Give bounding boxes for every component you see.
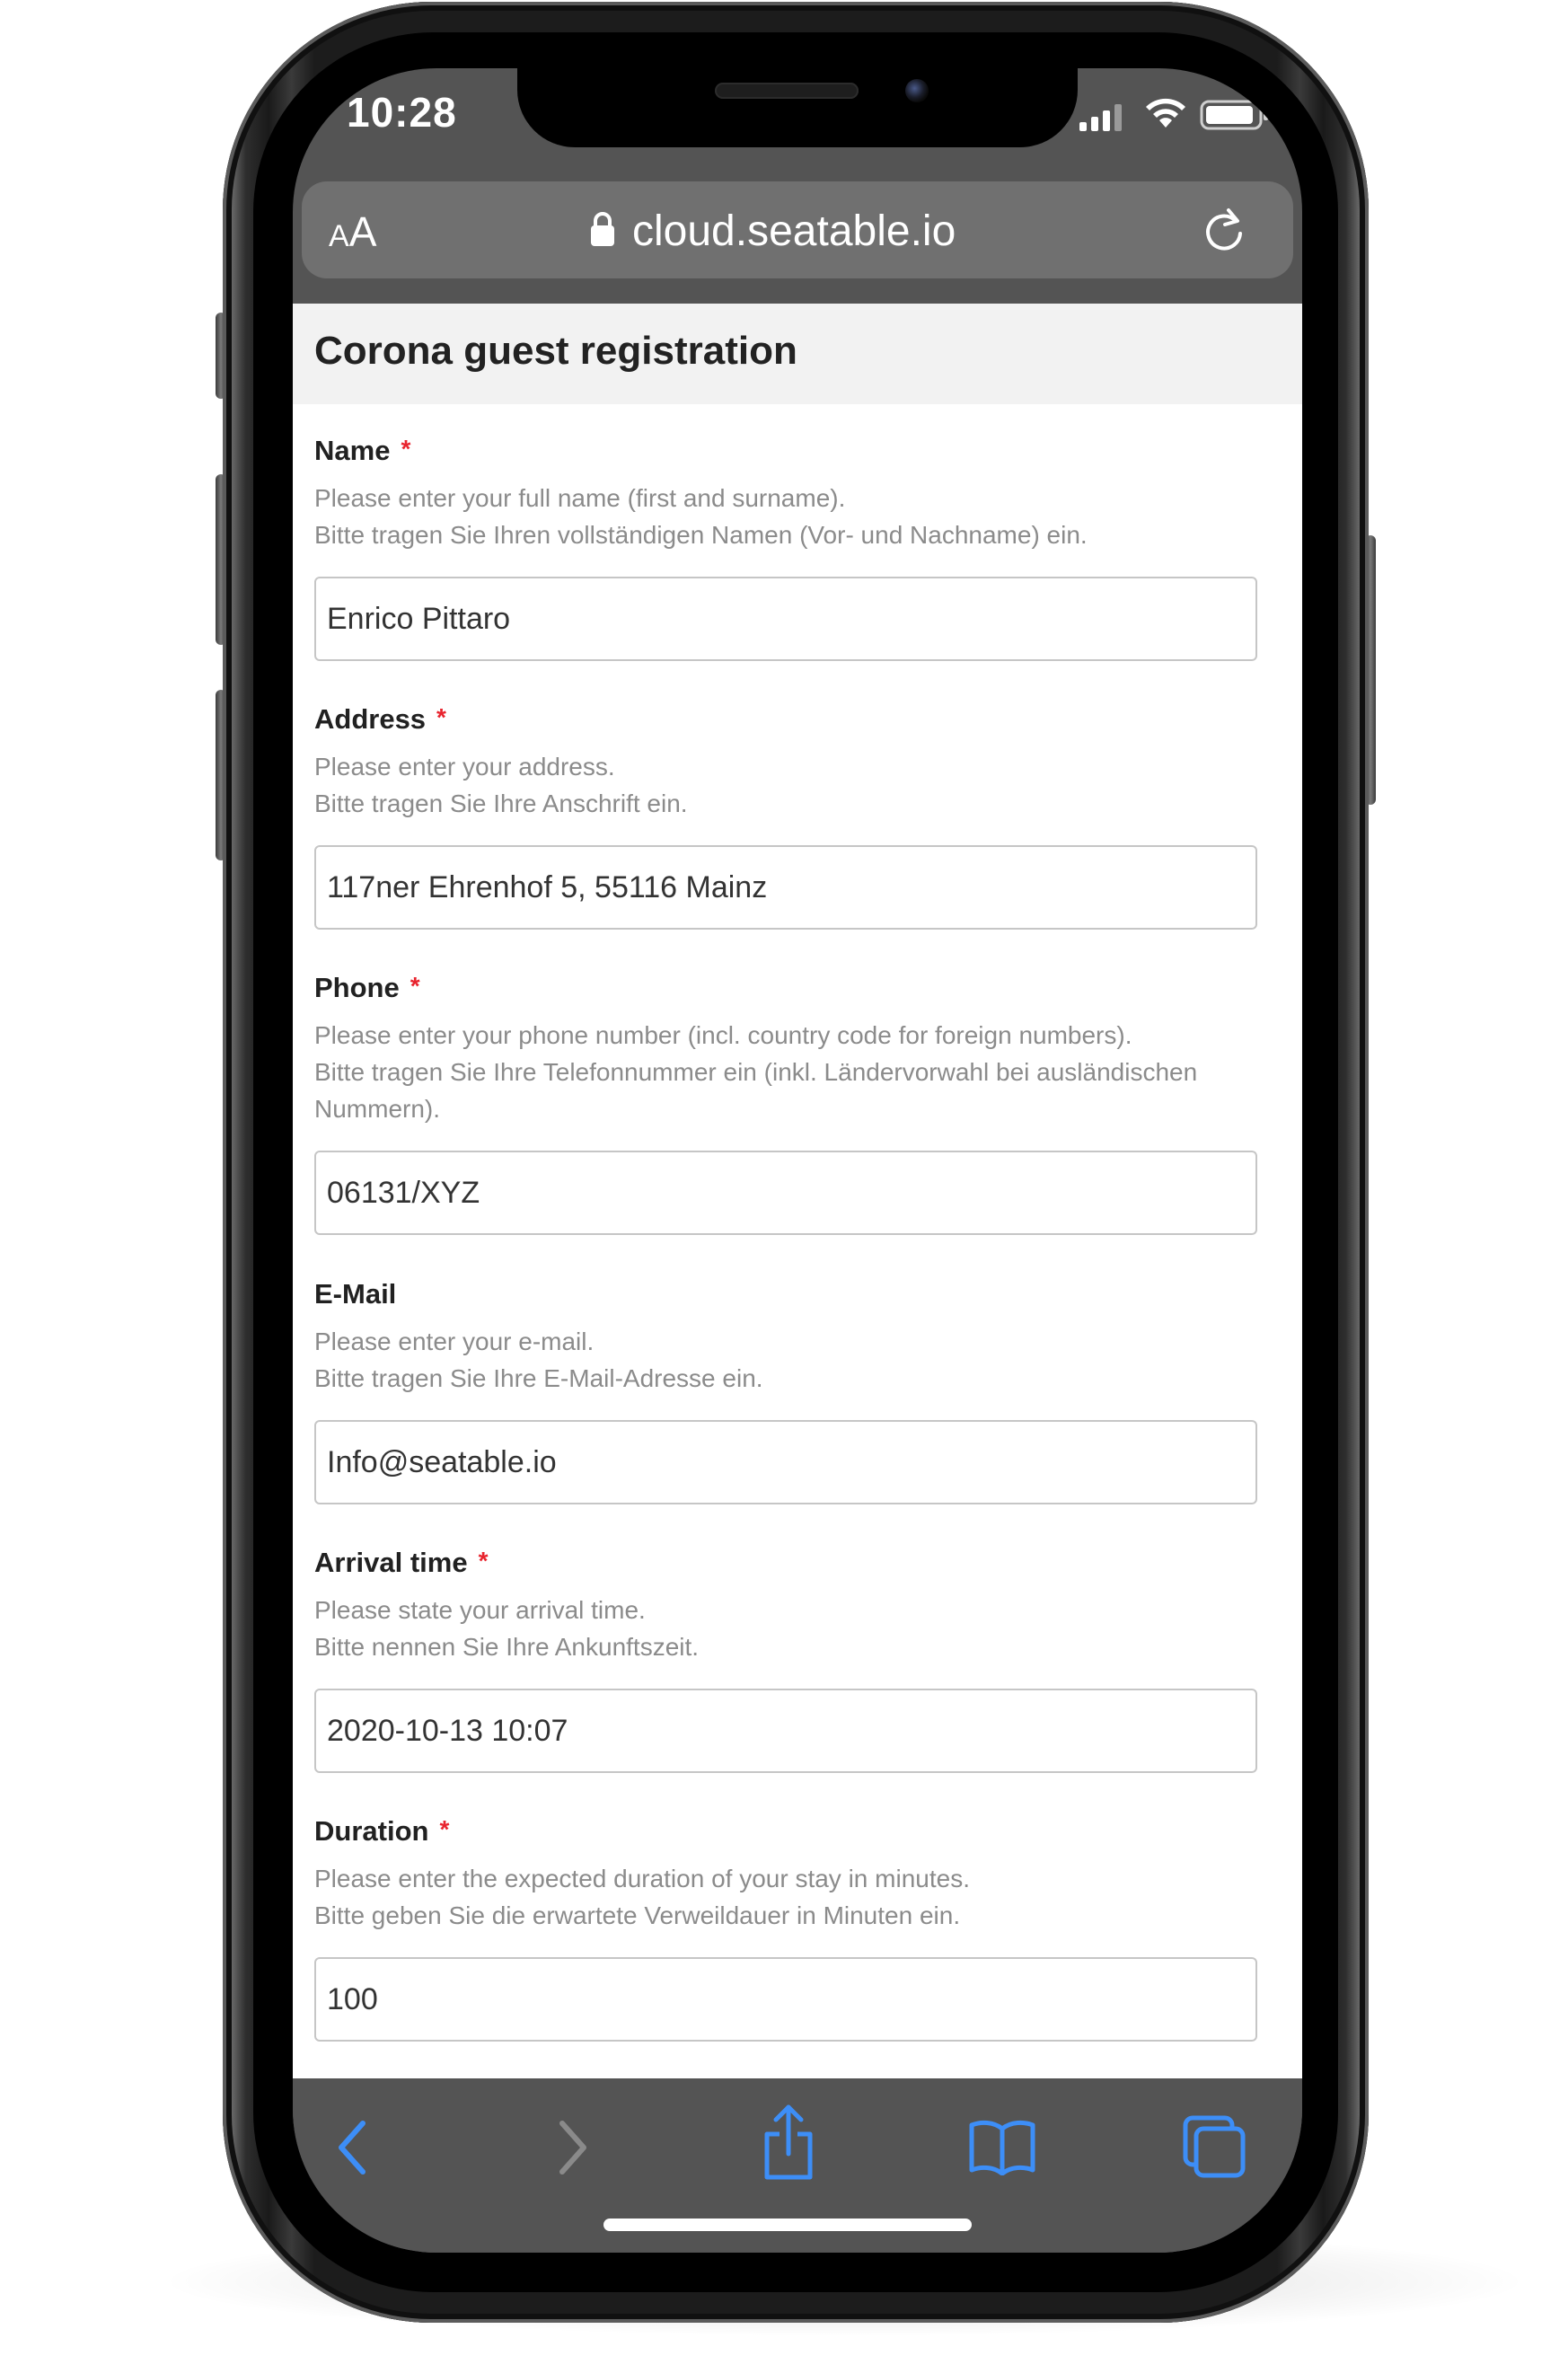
field-label-text: Arrival time [314,1547,468,1578]
field-label: Name * [314,433,1261,469]
field-label-text: Name [314,435,391,466]
required-marker: * [439,1815,450,1843]
url-text[interactable]: cloud.seatable.io [632,205,956,259]
lock-icon [591,212,614,246]
forward-icon[interactable] [553,2116,593,2179]
field-help-en: Please state your arrival time. [314,1596,646,1624]
address-input[interactable]: 117ner Ehrenhof 5, 55116 Mainz [314,845,1257,930]
field-address: Address * Please enter your address. Bitt… [314,701,1261,930]
status-time: 10:28 [347,89,457,136]
field-label-text: Address [314,703,427,735]
field-label: Arrival time * [314,1545,1261,1581]
duration-input[interactable]: 100 [314,1957,1257,2042]
phone-input[interactable]: 06131/XYZ [314,1151,1257,1235]
field-help: Please enter the expected duration of yo… [314,1860,1261,1934]
field-label-text: Duration [314,1815,429,1847]
field-help-de: Bitte nennen Sie Ihre Ankunftszeit. [314,1633,700,1661]
field-label: Phone * [314,970,1261,1006]
field-help-en: Please enter your full name (first and s… [314,484,846,512]
front-camera [905,79,929,102]
wifi-icon [1146,98,1185,128]
text-size-small-a: A [329,219,349,253]
bookmarks-icon[interactable] [968,2118,1036,2175]
field-label: Address * [314,701,1261,737]
reload-icon[interactable] [1202,207,1246,255]
field-help-de: Bitte tragen Sie Ihren vollständigen Nam… [314,521,1088,549]
field-label: Duration * [314,1813,1261,1849]
form-title: Corona guest registration [314,329,797,373]
field-label: E-Mail [314,1276,1261,1312]
field-help-de: Bitte tragen Sie Ihre Anschrift ein. [314,790,688,817]
name-input[interactable]: Enrico Pittaro [314,577,1257,661]
field-arrival-time: Arrival time * Please state your arrival … [314,1545,1261,1773]
text-size-button[interactable]: AA [329,205,376,259]
field-help: Please enter your address. Bitte tragen … [314,748,1261,822]
back-icon[interactable] [332,2116,372,2179]
field-help: Please state your arrival time. Bitte ne… [314,1592,1261,1665]
required-marker: * [410,972,420,1000]
arrival-time-input[interactable]: 2020-10-13 10:07 [314,1689,1257,1773]
field-help-en: Please enter your address. [314,753,615,781]
field-name: Name * Please enter your full name (first… [314,433,1261,661]
field-email: E-Mail Please enter your e-mail. Bitte t… [314,1276,1261,1504]
home-indicator[interactable] [603,2219,972,2231]
form-header: Corona guest registration [293,304,1302,404]
field-help-en: Please enter the expected duration of yo… [314,1865,970,1892]
web-content[interactable]: Corona guest registration Name * Please e… [293,304,1302,2078]
speaker-grille [715,83,859,99]
field-help: Please enter your full name (first and s… [314,480,1261,553]
address-bar[interactable]: AA cloud.seatable.io [302,181,1293,278]
field-help: Please enter your e-mail. Bitte tragen S… [314,1323,1261,1397]
field-help-en: Please enter your e-mail. [314,1328,595,1355]
field-help-de: Bitte tragen Sie Ihre E-Mail-Adresse ein… [314,1364,763,1392]
required-marker: * [478,1547,489,1575]
field-help-de: Bitte tragen Sie Ihre Telefonnummer ein … [314,1058,1198,1123]
field-label-text: Phone [314,972,400,1003]
email-input[interactable]: Info@seatable.io [314,1420,1257,1504]
battery-icon [1200,100,1268,130]
text-size-large-a: A [348,208,377,255]
notch [517,68,1078,147]
field-help-de: Bitte geben Sie die erwartete Verweildau… [314,1901,961,1929]
required-marker: * [436,703,446,731]
phone-screen: 10:28 AA cloud.seatable.io Corona guest … [293,68,1302,2253]
cellular-signal-icon [1079,104,1122,131]
share-icon[interactable] [760,2102,817,2183]
tabs-icon[interactable] [1182,2114,1246,2179]
field-help-en: Please enter your phone number (incl. co… [314,1021,1132,1049]
field-help: Please enter your phone number (incl. co… [314,1017,1261,1127]
required-marker: * [401,435,411,463]
field-label-text: E-Mail [314,1278,397,1310]
field-phone: Phone * Please enter your phone number (i… [314,970,1261,1235]
field-duration: Duration * Please enter the expected dura… [314,1813,1261,2042]
